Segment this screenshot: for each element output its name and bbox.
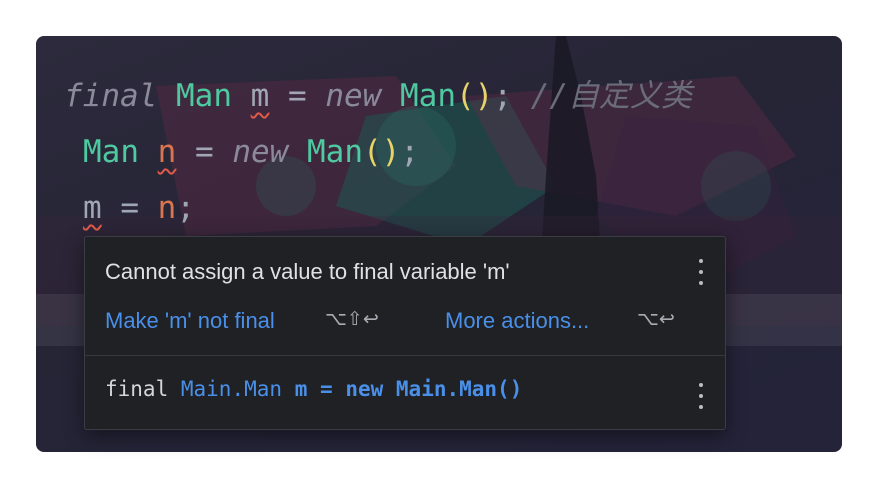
variable-n[interactable]: n	[158, 134, 177, 170]
assign-operator: =	[269, 78, 326, 114]
popup-divider	[85, 355, 725, 356]
constructor-name: Man	[400, 78, 457, 114]
assign-operator: =	[176, 134, 233, 170]
more-actions-link[interactable]: More actions...	[445, 308, 589, 334]
variable-n-value: n	[157, 190, 177, 226]
parentheses: ()	[456, 78, 494, 114]
make-not-final-shortcut: ⌥⇧↩	[325, 308, 379, 330]
variable-declaration: final Main.Man m = new Main.Man()	[105, 377, 522, 401]
decl-modifier: final	[105, 377, 169, 401]
kebab-icon[interactable]	[697, 383, 705, 409]
code-line-2[interactable]: Man n = new Man();	[83, 132, 419, 172]
decl-new: new	[345, 377, 384, 401]
parentheses: ()	[363, 134, 401, 170]
constructor-name: Man	[307, 134, 364, 170]
assign-operator: =	[101, 190, 158, 226]
type-name: Man	[176, 78, 232, 114]
decl-ctor[interactable]: Main.Man()	[396, 377, 522, 401]
variable-m[interactable]: m	[251, 78, 270, 114]
error-message: Cannot assign a value to final variable …	[105, 259, 510, 284]
keyword-new: new	[325, 78, 382, 114]
code-line-3[interactable]: m = n;	[83, 188, 195, 228]
decl-assign: =	[320, 377, 333, 401]
code-comment: //自定义类	[530, 78, 693, 114]
semicolon: ;	[176, 190, 196, 226]
decl-type[interactable]: Main.Man	[181, 377, 282, 401]
semicolon: ;	[400, 134, 420, 170]
more-actions-shortcut: ⌥↩	[637, 308, 675, 330]
type-name: Man	[83, 134, 139, 170]
keyword-new: new	[232, 134, 289, 170]
make-not-final-link[interactable]: Make 'm' not final	[105, 308, 275, 334]
code-line-1[interactable]: final Man m = new Man(); //自定义类	[64, 76, 692, 116]
variable-m-error[interactable]: m	[83, 190, 102, 226]
kebab-icon[interactable]	[697, 259, 705, 285]
decl-name: m	[294, 377, 308, 401]
keyword-final: final	[64, 78, 158, 114]
error-quickfix-popup: Cannot assign a value to final variable …	[84, 236, 726, 430]
semicolon: ;	[493, 78, 513, 114]
